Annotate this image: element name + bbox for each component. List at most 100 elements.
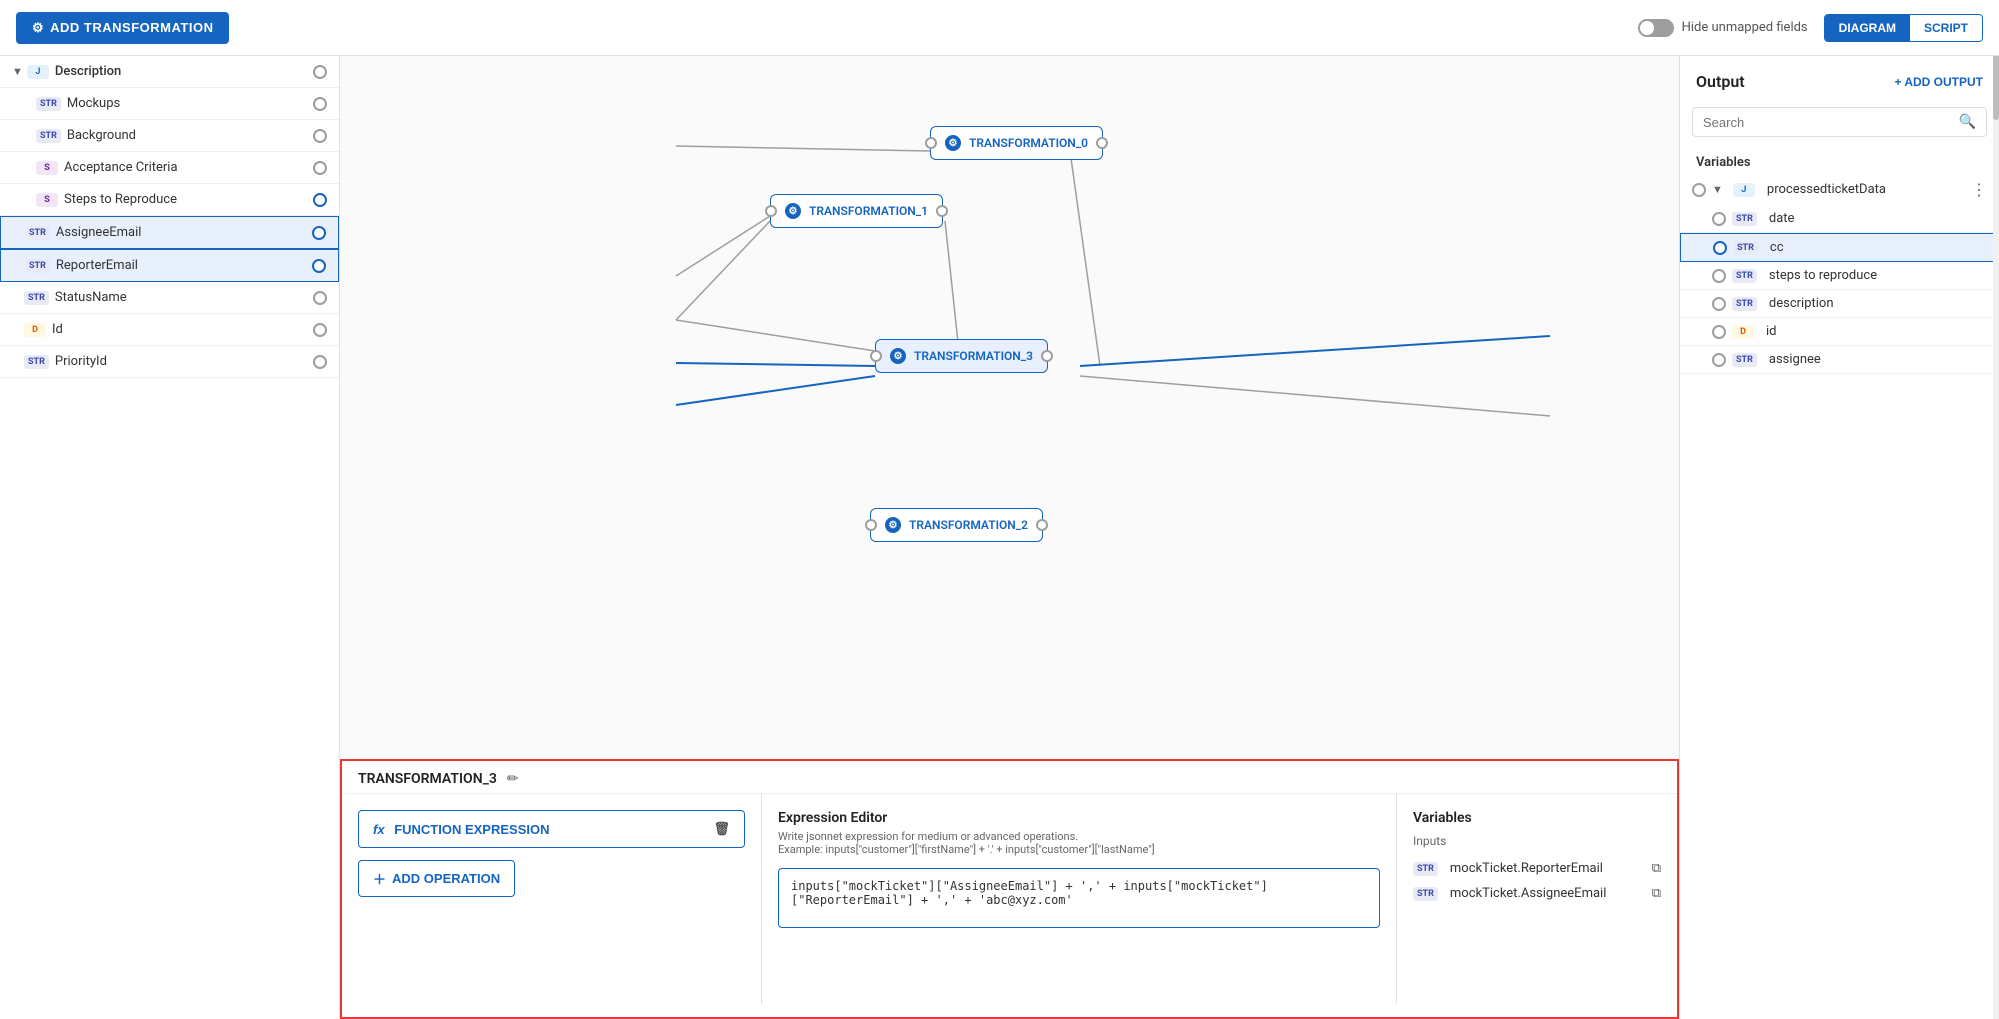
output-var-id[interactable]: D id [1680, 318, 1999, 346]
right-panel: Output + ADD OUTPUT 🔍 Variables ▼ J proc… [1679, 56, 1999, 1019]
expand-arrow-parent: ▼ [1712, 183, 1723, 196]
connector-steps-output[interactable] [1712, 269, 1726, 283]
fx-icon: fx [373, 822, 385, 837]
field-name-acceptance: Acceptance Criteria [64, 160, 313, 175]
field-item-status[interactable]: STR StatusName [0, 282, 339, 314]
variables-section-label: Variables [1680, 145, 1999, 174]
connector-date[interactable] [1712, 212, 1726, 226]
vars-inputs-label: Inputs [1413, 834, 1661, 848]
field-item-acceptance[interactable]: S Acceptance Criteria [0, 152, 339, 184]
port-t1-left[interactable] [765, 205, 777, 217]
left-sidebar: ▼ J Description STR Mockups STR Backgrou… [0, 56, 340, 1019]
connector-assignee-output[interactable] [1712, 353, 1726, 367]
type-badge-s: S [36, 193, 58, 207]
port-t0-right[interactable] [1096, 137, 1108, 149]
add-operation-button[interactable]: ＋ ADD OPERATION [358, 860, 515, 897]
port-t3-right[interactable] [1041, 350, 1053, 362]
expr-title: Expression Editor [778, 810, 1380, 826]
output-var-parent[interactable]: ▼ J processedticketData ⋮ [1680, 174, 1999, 205]
vars-title: Variables [1413, 810, 1661, 826]
gear-icon-t0: ⚙ [945, 135, 961, 151]
field-item-priority[interactable]: STR PriorityId [0, 346, 339, 378]
output-var-assignee[interactable]: STR assignee [1680, 346, 1999, 374]
var-item-reporter: STR mockTicket.ReporterEmail ⧉ [1413, 856, 1661, 881]
port-t0-left[interactable] [925, 137, 937, 149]
node-label-t0: TRANSFORMATION_0 [969, 136, 1088, 150]
output-var-description[interactable]: STR description [1680, 290, 1999, 318]
search-icon: 🔍 [1959, 114, 1976, 130]
connector-status[interactable] [313, 291, 327, 305]
connector-description-output[interactable] [1712, 297, 1726, 311]
type-badge-s: S [36, 161, 58, 175]
type-badge-str: STR [1732, 269, 1757, 283]
copy-icon-assignee[interactable]: ⧉ [1652, 886, 1661, 901]
field-item-background[interactable]: STR Background [0, 120, 339, 152]
hide-unmapped-toggle[interactable]: Hide unmapped fields [1638, 19, 1808, 37]
add-transformation-button[interactable]: ⚙ ADD TRANSFORMATION [16, 12, 229, 44]
node-transformation-3[interactable]: ⚙ TRANSFORMATION_3 [875, 339, 1048, 373]
output-var-steps[interactable]: STR steps to reproduce [1680, 262, 1999, 290]
expression-panel: Expression Editor Write jsonnet expressi… [762, 794, 1397, 1004]
connector-id-output[interactable] [1712, 325, 1726, 339]
output-var-cc[interactable]: STR cc [1680, 233, 1999, 262]
expression-editor-input[interactable]: inputs["mockTicket"]["AssigneeEmail"] + … [778, 868, 1380, 928]
field-name-mockups: Mockups [67, 96, 313, 111]
field-item-id[interactable]: D Id [0, 314, 339, 346]
node-transformation-0[interactable]: ⚙ TRANSFORMATION_0 [930, 126, 1103, 160]
connector-background[interactable] [313, 129, 327, 143]
port-t1-right[interactable] [936, 205, 948, 217]
add-output-button[interactable]: + ADD OUTPUT [1894, 75, 1983, 89]
type-badge-j: J [1733, 183, 1755, 197]
gear-icon-t3: ⚙ [890, 348, 906, 364]
field-item-mockups[interactable]: STR Mockups [0, 88, 339, 120]
field-item-steps[interactable]: S Steps to Reproduce [0, 184, 339, 216]
field-item-description[interactable]: ▼ J Description [0, 56, 339, 88]
tab-diagram[interactable]: DIAGRAM [1825, 15, 1910, 41]
port-t3-left[interactable] [870, 350, 882, 362]
copy-icon-reporter[interactable]: ⧉ [1652, 861, 1661, 876]
var-name-date: date [1769, 211, 1987, 226]
edit-icon[interactable]: ✏ [507, 771, 519, 787]
connector-acceptance[interactable] [313, 161, 327, 175]
tab-script[interactable]: SCRIPT [1910, 15, 1982, 41]
connector-assignee[interactable] [312, 226, 326, 240]
port-t2-left[interactable] [865, 519, 877, 531]
var-name-reporter: mockTicket.ReporterEmail [1450, 861, 1646, 876]
function-expression-button[interactable]: fx FUNCTION EXPRESSION 🗑 [358, 810, 745, 848]
type-badge-str: STR [1413, 887, 1438, 901]
field-name-reporter-email: ReporterEmail [56, 258, 312, 273]
delete-icon[interactable]: 🗑 [713, 821, 730, 837]
more-icon[interactable]: ⋮ [1971, 180, 1987, 199]
connector-parent[interactable] [1692, 183, 1706, 197]
port-t2-right[interactable] [1036, 519, 1048, 531]
connector-id[interactable] [313, 323, 327, 337]
node-transformation-1[interactable]: ⚙ TRANSFORMATION_1 [770, 194, 943, 228]
toggle-switch[interactable] [1638, 19, 1674, 37]
output-title: Output [1696, 72, 1745, 91]
type-badge-str: STR [24, 355, 49, 369]
type-badge-str: STR [1733, 241, 1758, 255]
connector-description[interactable] [313, 65, 327, 79]
add-transformation-label: ADD TRANSFORMATION [50, 20, 213, 35]
node-label-t3: TRANSFORMATION_3 [914, 349, 1033, 363]
output-var-date[interactable]: STR date [1680, 205, 1999, 233]
var-name-assignee: mockTicket.AssigneeEmail [1450, 886, 1646, 901]
toolbar-right: Hide unmapped fields DIAGRAM SCRIPT [1638, 14, 1983, 42]
plus-icon: ＋ [373, 869, 386, 888]
var-name-steps-to-reproduce: steps to reproduce [1769, 268, 1987, 283]
connector-mockups[interactable] [313, 97, 327, 111]
node-transformation-2[interactable]: ⚙ TRANSFORMATION_2 [870, 508, 1043, 542]
canvas-area[interactable]: ⚙ TRANSFORMATION_0 ⚙ TRANSFORMATION_1 ⚙ … [340, 56, 1679, 1019]
variables-panel: Variables Inputs STR mockTicket.Reporter… [1397, 794, 1677, 1004]
type-badge-str: STR [36, 129, 61, 143]
connector-reporter[interactable] [312, 259, 326, 273]
search-box[interactable]: 🔍 [1692, 107, 1987, 137]
connector-steps[interactable] [313, 193, 327, 207]
var-name-cc: cc [1770, 240, 1986, 255]
field-item-reporter-email[interactable]: STR ReporterEmail [0, 249, 339, 282]
connector-cc[interactable] [1713, 241, 1727, 255]
field-item-assignee-email[interactable]: STR AssigneeEmail [0, 216, 339, 249]
search-input[interactable] [1703, 115, 1959, 130]
connector-priority[interactable] [313, 355, 327, 369]
right-panel-header: Output + ADD OUTPUT [1680, 56, 1999, 99]
